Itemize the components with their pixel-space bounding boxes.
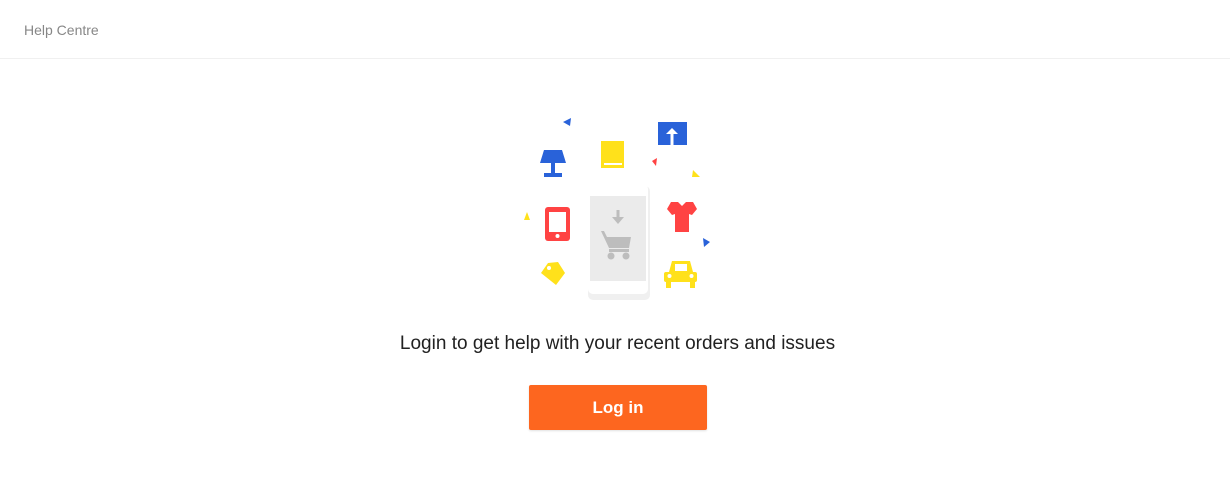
confetti-triangle <box>563 118 571 126</box>
smartphone-icon <box>545 207 570 241</box>
upload-box-icon <box>658 122 687 145</box>
lamp-icon <box>540 150 566 177</box>
confetti-triangle <box>703 238 710 247</box>
car-icon <box>664 261 697 288</box>
confetti-triangle <box>524 212 530 220</box>
login-prompt-message: Login to get help with your recent order… <box>399 333 836 354</box>
price-tag-icon <box>541 262 565 285</box>
book-icon <box>601 141 624 168</box>
illustration-svg <box>524 118 710 300</box>
page-title: Help Centre <box>24 22 99 38</box>
confetti-triangle <box>652 158 657 166</box>
confetti-triangle <box>692 170 700 177</box>
tshirt-icon <box>667 202 697 232</box>
header: Help Centre <box>0 0 1230 59</box>
login-button[interactable]: Log in <box>529 385 707 430</box>
empty-state-illustration <box>515 110 715 305</box>
